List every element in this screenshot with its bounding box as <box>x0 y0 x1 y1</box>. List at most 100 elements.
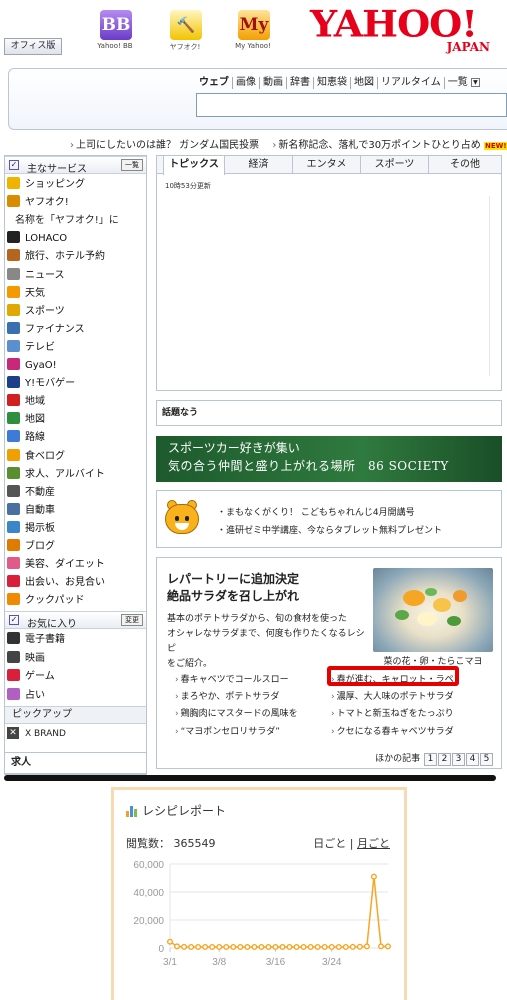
page-3[interactable]: 3 <box>452 753 465 766</box>
my-yahoo-link[interactable]: My My Yahoo! <box>230 10 276 56</box>
auction-icon: 🔨 <box>170 10 202 40</box>
tab-entertainment[interactable]: エンタメ <box>293 156 361 174</box>
arrow-right-icon: › <box>272 140 277 151</box>
favorites-edit-button[interactable]: 変更 <box>121 614 143 626</box>
sidebar-service-item-9[interactable]: テレビ <box>7 339 146 357</box>
sidebar-service-item-23[interactable]: クックパッド <box>7 592 146 610</box>
sidebar-service-item-7[interactable]: スポーツ <box>7 303 146 321</box>
auction-link[interactable]: 🔨 ヤフオク! <box>162 10 208 56</box>
daily-link[interactable]: 日ごと <box>313 837 346 850</box>
86-society-banner[interactable]: スポーツカー好きが集い 気の合う仲間と盛り上がれる場所 86 SOCIETY <box>156 436 502 482</box>
yahoo-japan-logo[interactable]: YAHOO! JAPAN <box>310 4 500 56</box>
search-tab-web[interactable]: ウェブ <box>196 77 233 89</box>
ticker-item-2[interactable]: › 新名称記念、落札で30万ポイントひとり占め NEW! <box>272 140 507 151</box>
sidebar-service-item-8[interactable]: ファイナンス <box>7 321 146 339</box>
sidebar-service-item-21[interactable]: 美容、ダイエット <box>7 556 146 574</box>
data-point <box>258 944 265 951</box>
sidebar-service-item-10[interactable]: GyaO! <box>7 357 146 375</box>
feature-title[interactable]: レパートリーに追加決定 絶品サラダを召し上がれ <box>167 571 299 605</box>
data-point <box>230 944 237 951</box>
gyao-icon <box>7 358 20 370</box>
sidebar-service-item-16[interactable]: 求人、アルバイト <box>7 466 146 484</box>
feature-link-left-4[interactable]: › “マヨポンセロリサラダ” <box>175 724 280 737</box>
search-tab-list[interactable]: 一覧 ▼ <box>445 77 483 89</box>
sidebar-service-item-20[interactable]: ブログ <box>7 538 146 556</box>
page-4[interactable]: 4 <box>466 753 479 766</box>
sidebar-service-item-5[interactable]: ニュース <box>7 267 146 285</box>
search-tab-map[interactable]: 地図 <box>351 77 378 89</box>
feature-link-left-1[interactable]: › 春キャベツでコールスロー <box>175 672 289 685</box>
data-point <box>195 944 202 951</box>
pin-icon <box>7 394 20 407</box>
shimajiro-link-2[interactable]: ・進研ゼミ中学講座、今ならタブレット無料プレゼント <box>217 523 442 536</box>
cookpad-icon <box>7 593 20 606</box>
search-tab-realtime[interactable]: リアルタイム <box>378 77 445 89</box>
tab-sports[interactable]: スポーツ <box>361 156 429 174</box>
shimajiro-link-1[interactable]: ・まもなくがくり！ こどもちゃれんじ4月開講号 <box>217 505 415 518</box>
sidebar-service-item-4[interactable]: 旅行、ホテル予約 <box>7 248 146 266</box>
page-5[interactable]: 5 <box>480 753 493 766</box>
sidebar-favorite-item-3[interactable]: 占い <box>7 687 146 705</box>
shimajiro-ad: ・まもなくがくり！ こどもちゃれんじ4月開講号 ・進研ゼミ中学講座、今ならタブレ… <box>156 490 502 548</box>
yahoo-bb-link[interactable]: BB Yahoo! BB <box>92 10 138 56</box>
ticker-item-1[interactable]: › 上司にしたいのは誰？ ガンダム国民投票 <box>70 140 259 151</box>
sidebar-service-item-15[interactable]: 食べログ <box>7 448 146 466</box>
sidebar-service-item-3[interactable]: LOHACO <box>7 230 146 248</box>
page-1[interactable]: 1 <box>424 753 437 766</box>
feature-link-left-2[interactable]: › まろやか、ポテトサラダ <box>175 689 279 702</box>
sidebar-service-item-0[interactable]: ショッピング <box>7 176 146 194</box>
sidebar-service-item-19[interactable]: 掲示板 <box>7 520 146 538</box>
sidebar-service-item-label: 美容、ダイエット <box>25 559 105 571</box>
service-list-button[interactable]: 一覧 <box>121 159 143 171</box>
kyujin-box[interactable]: 求人 <box>4 752 147 774</box>
monthly-link[interactable]: 月ごと <box>357 837 390 850</box>
feature-link-left-3[interactable]: › 鶏胸肉にマスタードの風味を <box>175 706 298 719</box>
sidebar-service-item-13[interactable]: 地図 <box>7 411 146 429</box>
sidebar-service-item-11[interactable]: Y!モバゲー <box>7 375 146 393</box>
sidebar-favorite-item-label: 占い <box>25 689 45 701</box>
search-tab-chiebukuro[interactable]: 知恵袋 <box>314 77 351 89</box>
search-tab-images[interactable]: 画像 <box>233 77 260 89</box>
sidebar-service-item-17[interactable]: 不動産 <box>7 484 146 502</box>
check-icon: ✓ <box>9 615 19 625</box>
sidebar-favorite-item-1[interactable]: 映画 <box>7 650 146 668</box>
trophy-icon <box>7 303 20 316</box>
tab-topics[interactable]: トピックス <box>163 156 225 175</box>
sidebar-service-item-1[interactable]: ヤフオク! <box>7 194 146 212</box>
sidebar-service-item-14[interactable]: 路線 <box>7 429 146 447</box>
salad-photo[interactable] <box>373 568 493 652</box>
chevron-down-icon[interactable]: ▼ <box>470 77 480 87</box>
more-articles-label: ほかの記事 <box>375 754 421 764</box>
new-badge: NEW! <box>484 142 507 150</box>
house-icon <box>7 484 20 497</box>
topics-scrollbar[interactable] <box>489 196 493 376</box>
sidebar-favorite-item-2[interactable]: ゲーム <box>7 668 146 686</box>
feature-link-right-2[interactable]: › 濃厚、大人味のポテトサラダ <box>331 689 454 702</box>
search-tab-dictionary[interactable]: 辞書 <box>287 77 314 89</box>
wadai-now-header[interactable]: 話題なう <box>156 400 502 426</box>
finance-icon <box>7 321 20 334</box>
xbrand-link[interactable]: ✕ X BRAND <box>7 725 66 743</box>
ebook-icon <box>7 632 20 644</box>
sidebar-service-item-12[interactable]: 地域 <box>7 393 146 411</box>
data-point <box>356 943 363 950</box>
xbrand-label: X BRAND <box>25 729 66 739</box>
sidebar-service-item-6[interactable]: 天気 <box>7 285 146 303</box>
search-tab-video[interactable]: 動画 <box>260 77 287 89</box>
sidebar-service-item-22[interactable]: 出会い、お見合い <box>7 574 146 592</box>
sidebar-service-item-18[interactable]: 自動車 <box>7 502 146 520</box>
tab-other[interactable]: その他 <box>429 156 501 174</box>
sidebar-service-item-label: LOHACO <box>25 233 68 245</box>
yahoo-bb-icon: BB <box>100 10 132 40</box>
page-2[interactable]: 2 <box>438 753 451 766</box>
sidebar-service-item-2[interactable]: 名称を「ヤフオク!」に <box>15 214 119 228</box>
tab-economy[interactable]: 経済 <box>225 156 293 174</box>
search-input[interactable] <box>196 93 507 117</box>
feature-link-right-3[interactable]: › トマトと新玉ねぎをたっぷり <box>331 706 454 719</box>
sidebar-service-item-label: クックパッド <box>25 595 85 607</box>
sidebar-service-item-label: ニュース <box>25 269 65 281</box>
office-version-button[interactable]: オフィス版 <box>4 38 62 55</box>
sidebar-favorite-item-0[interactable]: 電子書籍 <box>7 631 146 649</box>
feature-link-right-4[interactable]: › クセになる春キャベツサラダ <box>331 724 454 737</box>
favorites-title: お気に入り <box>27 619 77 630</box>
